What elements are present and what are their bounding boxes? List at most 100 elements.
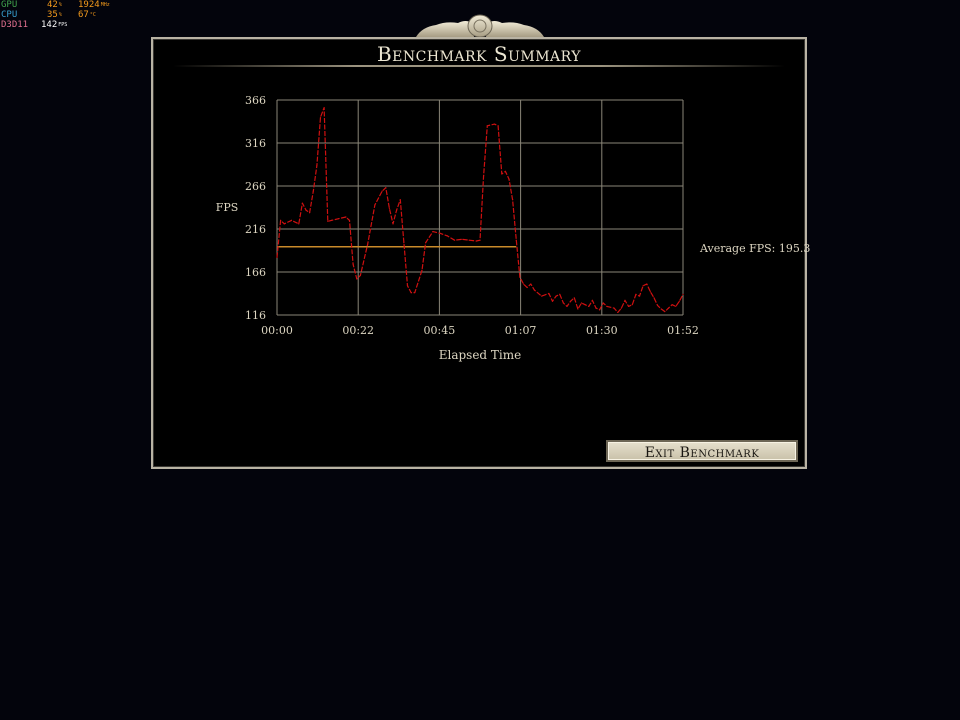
fps-data-point: [566, 305, 568, 307]
fps-data-point: [475, 240, 477, 242]
y-tick-label: 366: [245, 94, 266, 107]
fps-data-point: [356, 278, 358, 280]
fps-data-point: [522, 283, 525, 285]
fps-data-point: [519, 276, 521, 278]
y-tick-label: 266: [245, 180, 266, 193]
fps-data-point: [624, 299, 626, 301]
y-tick-label: 316: [245, 137, 266, 150]
fps-data-point: [577, 308, 579, 310]
y-tick-label: 166: [245, 266, 266, 279]
fps-data-point: [345, 216, 347, 218]
fps-data-point: [359, 274, 361, 277]
fps-data-point: [530, 283, 532, 285]
osd-gpu-clock-value: 1924: [78, 0, 100, 10]
fps-data-point: [348, 219, 351, 221]
x-tick-label: 01:07: [505, 324, 537, 337]
fps-data-point: [664, 310, 666, 313]
fps-data-point: [675, 305, 677, 307]
y-tick-label: 216: [245, 223, 266, 236]
fps-data-point: [432, 230, 434, 233]
fps-data-point: [512, 199, 514, 201]
osd-gpu-usage: 42%: [47, 0, 62, 10]
fps-data-point: [283, 223, 285, 225]
x-tick-label: 00:45: [424, 324, 456, 337]
fps-data-point: [381, 190, 383, 192]
osd-api-row: D3D11 142FPS: [1, 20, 121, 30]
osd-gpu-label: GPU: [1, 0, 18, 10]
fps-data-point: [298, 223, 300, 225]
fps-data-point: [588, 305, 590, 307]
y-tick-label: 116: [245, 309, 266, 322]
fps-data-point: [559, 293, 561, 295]
fps-data-point: [657, 304, 659, 307]
fps-data-point: [493, 123, 496, 125]
osd-gpu-row: GPU 42% 1924MHz: [1, 0, 121, 10]
fps-data-point: [671, 304, 673, 306]
fps-data-point: [649, 291, 651, 293]
fps-data-point: [660, 308, 662, 310]
x-tick-label: 01:30: [586, 324, 618, 337]
fps-data-point: [374, 204, 376, 206]
fps-data-point: [508, 178, 510, 180]
osd-gpu-usage-value: 42: [47, 0, 58, 10]
fps-data-point: [551, 300, 554, 302]
fps-data-point: [309, 212, 311, 214]
performance-overlay: GPU 42% 1924MHz CPU 35% 67°C D3D11 142FP…: [1, 0, 121, 30]
fps-data-point: [646, 283, 648, 285]
fps-data-point: [570, 300, 572, 302]
fps-data-point: [682, 293, 684, 295]
fps-data-point: [439, 232, 441, 234]
osd-fps-unit: FPS: [58, 22, 68, 28]
osd-cpu-label: CPU: [1, 10, 18, 20]
fps-data-point: [515, 239, 517, 241]
fps-data-point: [468, 239, 470, 241]
fps-data-point: [323, 107, 325, 109]
fps-data-point: [290, 219, 293, 221]
fps-data-point: [399, 199, 401, 201]
wolf-crest-ornament-icon: [412, 14, 548, 39]
fps-data-point: [602, 302, 604, 304]
fps-data-point: [396, 209, 398, 211]
fps-data-point: [454, 239, 456, 241]
fps-data-point: [388, 207, 390, 209]
x-tick-label: 01:52: [667, 324, 699, 337]
x-axis-label: Elapsed Time: [439, 348, 522, 362]
fps-data-point: [461, 238, 463, 240]
exit-benchmark-button[interactable]: Exit Benchmark: [606, 440, 798, 462]
fps-data-point: [613, 307, 615, 309]
fps-data-point: [385, 187, 387, 189]
fps-data-point: [504, 170, 506, 172]
fps-data-point: [562, 302, 564, 304]
fps-data-point: [541, 295, 543, 297]
osd-cpu-temp-unit: °C: [89, 12, 96, 18]
fps-data-point: [573, 297, 575, 299]
fps-data-point: [678, 300, 680, 302]
fps-data-point: [635, 293, 637, 295]
fps-data-point: [301, 202, 303, 204]
fps-data-point: [548, 292, 550, 295]
fps-data-point: [316, 164, 318, 166]
osd-fps-value: 142: [41, 20, 58, 30]
fps-data-point: [606, 305, 608, 307]
osd-api-label: D3D11: [1, 20, 29, 30]
fps-data-point: [617, 311, 619, 314]
fps-data-point: [414, 292, 416, 294]
fps-data-point: [338, 218, 340, 220]
fps-data-point: [367, 243, 369, 246]
fps-data-point: [330, 219, 332, 221]
fps-data-point: [403, 242, 405, 244]
fps-series-line-0: [276, 107, 684, 313]
fps-data-point: [497, 125, 499, 127]
fps-data-point: [584, 304, 586, 306]
fps-data-point: [327, 220, 329, 222]
fps-data-point: [280, 219, 282, 221]
fps-data-point: [486, 125, 488, 127]
average-fps-label: Average FPS: 195.3: [700, 242, 811, 255]
osd-cpu-temp-value: 67: [78, 10, 89, 20]
osd-cpu-usage-unit: %: [58, 12, 62, 18]
fps-data-point: [667, 307, 670, 309]
osd-cpu-usage: 35%: [47, 10, 62, 20]
benchmark-summary-panel: Benchmark Summary 116 166 216 266 316 366 00:0…: [151, 37, 811, 469]
fps-data-point: [628, 305, 630, 307]
fps-data-point: [421, 269, 423, 271]
